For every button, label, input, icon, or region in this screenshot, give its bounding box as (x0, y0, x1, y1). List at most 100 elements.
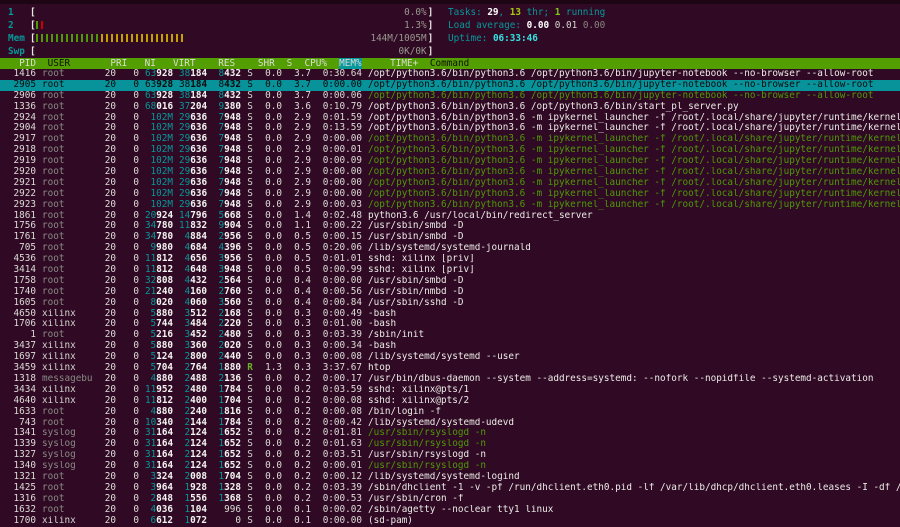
process-row[interactable]: 4640xilinx2001181224001704S0.00.20:00.08… (0, 396, 900, 407)
process-row[interactable]: 1633root200488022401816S0.00.20:00.08/bi… (0, 407, 900, 418)
column-header-cpu[interactable]: CPU% (304, 58, 327, 69)
column-header-pri[interactable]: PRI (110, 58, 127, 69)
command-value: sshd: xilinx [priv] (368, 254, 475, 265)
priority-value: 20 (99, 91, 116, 102)
process-row[interactable]: 1697xilinx200512428002440S0.00.30:00.08/… (0, 352, 900, 363)
process-row[interactable]: 2920root200102M296367948S0.02.90:00.00/o… (0, 167, 900, 178)
process-row[interactable]: 1761root2003478048842956S0.00.50:00.15/u… (0, 232, 900, 243)
process-row[interactable]: 1700xilinx200661210720S0.00.10:00.00(sd-… (0, 516, 900, 527)
meter-bar-tick (116, 34, 118, 42)
process-row[interactable]: 3414root2001181246483948S0.00.50:00.99ss… (0, 265, 900, 276)
virt-kilobytes-tail: 164 (156, 428, 173, 439)
res-value: 4656 (179, 254, 207, 265)
column-header-shr[interactable]: SHR (247, 58, 275, 69)
process-row[interactable]: 3459xilinx200570427641880R1.30.33:37.67h… (0, 363, 900, 374)
process-row[interactable]: 3437xilinx200588033602020S0.00.30:00.34-… (0, 341, 900, 352)
process-row[interactable]: 4536root2001181246563956S0.00.50:01.01ss… (0, 254, 900, 265)
priority-value: 20 (99, 407, 116, 418)
pid-value: 1697 (8, 352, 36, 363)
process-row[interactable]: 2922root200102M296367948S0.02.90:00.00/o… (0, 189, 900, 200)
column-header-pid[interactable]: PID (8, 58, 36, 69)
time-value: 0:00.53 (317, 494, 362, 505)
process-row[interactable]: 1425root200396419281328S0.00.20:03.39/sb… (0, 483, 900, 494)
meter-bar-tick (81, 34, 83, 42)
res-value: 29636 (179, 123, 207, 134)
process-row[interactable]: 2906root20063928381848432S0.03.70:00.06/… (0, 91, 900, 102)
process-row[interactable]: 1756root20034780118329904S0.01.10:00.22/… (0, 221, 900, 232)
process-row-selected[interactable]: 2905root20063928381848432S0.03.70:00.00/… (0, 80, 900, 91)
column-header-ni[interactable]: NI (139, 58, 156, 69)
column-header-state[interactable]: S (286, 58, 292, 69)
cpu-percent-value: 0.0 (259, 472, 282, 483)
process-row[interactable]: 1316root200284815561368S0.00.20:00.53/us… (0, 494, 900, 505)
command-value: /lib/systemd/systemd-journald (368, 243, 531, 254)
process-row[interactable]: 2917root200102M296367948S0.02.90:00.00/o… (0, 134, 900, 145)
meter-value: 0K/0K (399, 45, 427, 58)
process-row[interactable]: 1605root200802040603560S0.00.40:00.84/us… (0, 298, 900, 309)
process-row[interactable]: 2919root200102M296367948S0.02.90:00.09/o… (0, 156, 900, 167)
time-value: 0:00.00 (317, 167, 362, 178)
process-row[interactable]: 3434xilinx2001195224801784S0.00.20:03.59… (0, 385, 900, 396)
process-row[interactable]: 1416root20063928381848432S0.03.70:30.64/… (0, 69, 900, 80)
htop-terminal: 1[0.0%] 2[1.3%] Mem[144M/1005M] Swp[0K/0… (0, 0, 900, 527)
mem-percent-value: 3.7 (288, 80, 311, 91)
process-row[interactable]: 1321root200332420081704S0.00.20:00.12/li… (0, 472, 900, 483)
command-value: /usr/sbin/rsyslogd -n (368, 461, 486, 472)
virt-value: 31164 (145, 439, 173, 450)
process-row[interactable]: 1740root2002124041602760S0.00.40:00.56/u… (0, 287, 900, 298)
process-row[interactable]: 2923root200102M296367948S0.02.90:00.03/o… (0, 200, 900, 211)
process-row[interactable]: 1339syslog2003116421241652S0.00.20:01.63… (0, 439, 900, 450)
process-row[interactable]: 2904root200102M296367948S0.02.90:13.59/o… (0, 123, 900, 134)
nice-value: 0 (122, 254, 139, 265)
process-row[interactable]: 2924root200102M296367948S0.02.90:01.59/o… (0, 113, 900, 124)
res-kilobytes-tail: 480 (190, 385, 207, 396)
process-row[interactable]: 1341syslog2003116421241652S0.00.20:01.81… (0, 428, 900, 439)
process-row[interactable]: 4650xilinx200588035122168S0.00.30:00.49-… (0, 309, 900, 320)
res-value: 3452 (179, 330, 207, 341)
pid-value: 743 (8, 418, 36, 429)
virt-kilobytes-tail: 812 (156, 396, 173, 407)
process-row[interactable]: 1706xilinx200574434842220S0.00.30:01.00-… (0, 319, 900, 330)
virt-value: 102M (145, 156, 173, 167)
column-header-virt[interactable]: VIRT (168, 58, 196, 69)
process-row[interactable]: 1336root20068016372049380S0.03.60:10.79/… (0, 102, 900, 113)
shr-value: 1704 (213, 472, 241, 483)
res-kilobytes-tail: 764 (190, 363, 207, 374)
process-row[interactable]: 743root2001034021441784S0.00.20:00.42/li… (0, 418, 900, 429)
process-row[interactable]: 2918root200102M296367948S0.02.90:00.01/o… (0, 145, 900, 156)
column-header-mem-sorted[interactable]: MEM% (339, 58, 362, 69)
process-row[interactable]: 1340syslog2003116421241652S0.00.20:00.01… (0, 461, 900, 472)
process-row[interactable]: 705root200998046844396S0.00.50:20.06/lib… (0, 243, 900, 254)
time-value: 0:30.64 (317, 69, 362, 80)
state-value: S (247, 243, 253, 254)
column-header-res[interactable]: RES (207, 58, 235, 69)
column-header-command[interactable]: Command (430, 58, 469, 69)
state-value: S (247, 113, 253, 124)
mem-percent-value: 0.4 (288, 276, 311, 287)
shr-value: 7948 (213, 156, 241, 167)
res-megabytes-prefix: 29 (179, 134, 190, 145)
process-row[interactable]: 2921root200102M296367948S0.02.90:00.00/o… (0, 178, 900, 189)
command-value: /opt/python3.6/bin/python3.6 -m ipykerne… (368, 145, 900, 156)
column-header-user[interactable]: USER (48, 58, 99, 69)
process-row[interactable]: 1758root2003280844322564S0.00.40:00.00/u… (0, 276, 900, 287)
process-row[interactable]: 1632root20040361104996S0.00.10:00.02/sbi… (0, 505, 900, 516)
res-kilobytes-tail: 104 (190, 505, 207, 516)
process-row[interactable]: 1327syslog2003116421241652S0.00.20:03.51… (0, 450, 900, 461)
command-value: /usr/sbin/smbd -D (368, 221, 463, 232)
nice-value: 0 (122, 134, 139, 145)
res-kilobytes-tail: 636 (190, 189, 207, 200)
shr-kilobytes-tail: 328 (224, 483, 241, 494)
res-megabytes-prefix: 11 (179, 221, 190, 232)
virt-megabytes: 102M (151, 145, 173, 156)
meter-bar-tick (86, 34, 88, 42)
column-header-time[interactable]: TIME+ (373, 58, 418, 69)
process-row[interactable]: 1861root20020924147965668S0.01.40:02.48p… (0, 211, 900, 222)
process-row[interactable]: 1318messagebu200488024882136S0.00.20:00.… (0, 374, 900, 385)
nice-value: 0 (122, 156, 139, 167)
priority-value: 20 (99, 123, 116, 134)
process-row[interactable]: 1root200521634522480S0.00.30:03.39/sbin/… (0, 330, 900, 341)
state-value: S (247, 385, 253, 396)
shr-value: 0 (213, 516, 241, 527)
shr-kilobytes-tail: 784 (224, 418, 241, 429)
